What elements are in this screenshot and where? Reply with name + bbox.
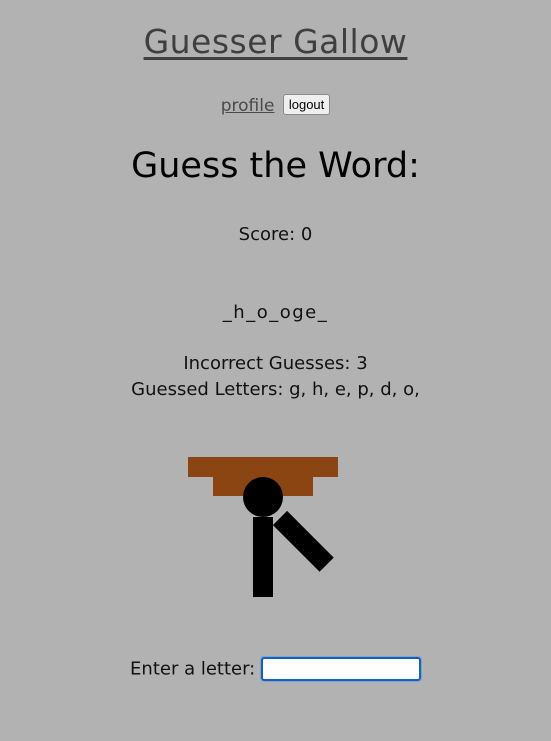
game-page: Guesser Gallow profile logout Guess the … — [0, 0, 551, 741]
hangman-arm — [272, 510, 334, 572]
game-heading: Guess the Word: — [131, 146, 420, 186]
profile-link[interactable]: profile — [221, 96, 275, 116]
hangman-body — [253, 517, 273, 597]
word-display: _h_o_oge_ — [222, 302, 329, 323]
incorrect-guesses: Incorrect Guesses: 3 — [183, 353, 368, 374]
letter-input[interactable] — [259, 656, 422, 682]
logout-button[interactable]: logout — [282, 94, 331, 115]
score-text: Score: 0 — [238, 224, 313, 245]
page-title[interactable]: Guesser Gallow — [0, 22, 551, 61]
letter-input-row: Enter a letter: — [0, 656, 551, 682]
letter-input-label: Enter a letter: — [130, 658, 256, 680]
hangman-head — [243, 477, 283, 517]
nav-bar: profile logout — [0, 94, 551, 116]
gallow-beam-top — [188, 457, 338, 477]
guessed-letters: Guessed Letters: g, h, e, p, d, o, — [131, 379, 420, 400]
